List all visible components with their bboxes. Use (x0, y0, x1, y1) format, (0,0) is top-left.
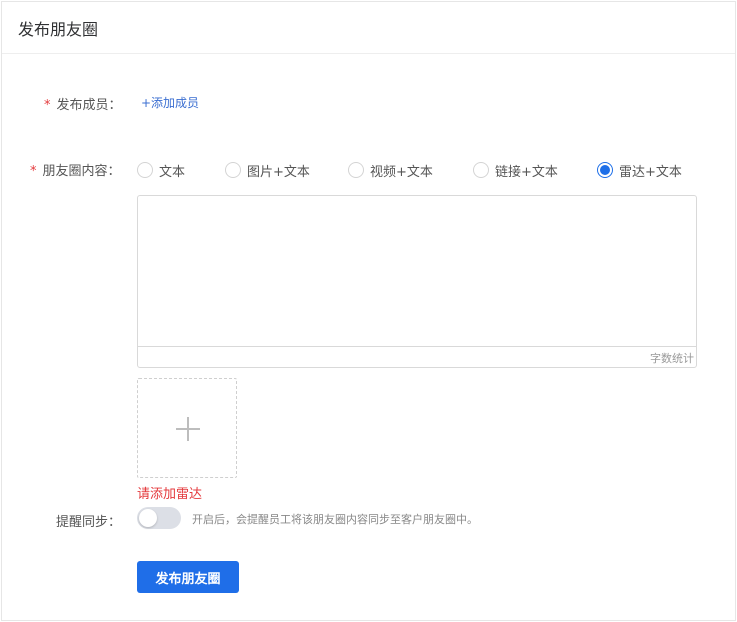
required-mark: * (44, 98, 51, 113)
card-header: 发布朋友圈 (2, 2, 735, 54)
radio-text[interactable]: 文本 (137, 160, 185, 180)
textarea-footer: 字数统计 (138, 346, 696, 367)
radio-label: 雷达+文本 (619, 164, 682, 180)
page-title: 发布朋友圈 (18, 20, 99, 39)
required-mark: * (30, 164, 37, 179)
radio-circle[interactable] (473, 162, 489, 178)
sync-toggle[interactable] (137, 507, 181, 529)
radio-link-text[interactable]: 链接+文本 (473, 160, 558, 180)
add-member-link[interactable]: +添加成员 (141, 94, 199, 111)
content-textarea[interactable] (138, 196, 696, 346)
radio-image-text[interactable]: 图片+文本 (225, 160, 310, 180)
publish-button[interactable]: 发布朋友圈 (137, 561, 239, 593)
radio-radar-text[interactable]: 雷达+文本 (597, 160, 682, 180)
radar-upload-box[interactable] (137, 378, 237, 478)
radio-circle[interactable] (348, 162, 364, 178)
content-label-row: * 朋友圈内容： (30, 160, 121, 179)
member-label-row: * 发布成员： (44, 94, 122, 113)
plus-icon (176, 417, 200, 441)
radar-error-text: 请添加雷达 (137, 487, 203, 502)
content-label: 朋友圈内容： (42, 164, 121, 179)
radio-label: 文本 (159, 164, 186, 180)
radio-circle-checked[interactable] (597, 162, 613, 178)
radio-label: 链接+文本 (495, 164, 558, 180)
radio-label: 视频+文本 (370, 164, 433, 180)
sync-label: 提醒同步： (56, 515, 122, 530)
radio-circle[interactable] (137, 162, 153, 178)
radio-video-text[interactable]: 视频+文本 (348, 160, 433, 180)
radio-circle[interactable] (225, 162, 241, 178)
char-count: 字数统计 (650, 352, 694, 365)
member-label: 发布成员： (56, 98, 122, 113)
sync-description: 开启后，会提醒员工将该朋友圈内容同步至客户朋友圈中。 (192, 513, 478, 526)
radio-label: 图片+文本 (247, 164, 310, 180)
toggle-knob (139, 509, 157, 527)
content-textarea-box: 字数统计 (137, 195, 697, 368)
